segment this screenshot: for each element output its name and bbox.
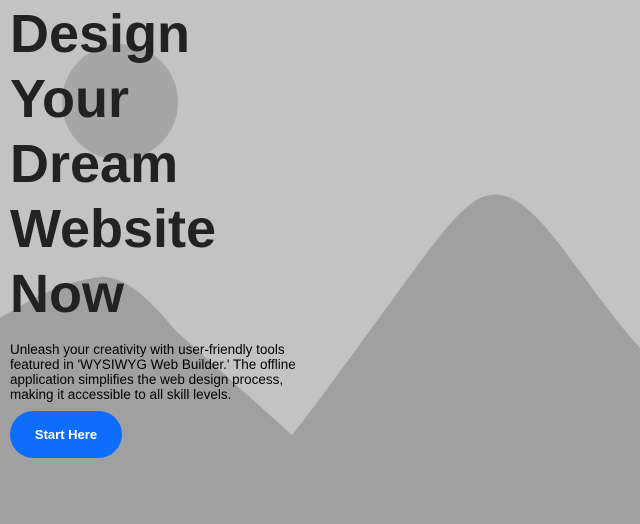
hero-title-line: Design (10, 4, 191, 64)
hero-section: Design Your Dream Website Now Unleash yo… (10, 0, 310, 402)
hero-title-line: Now (10, 264, 124, 324)
hero-title-line: Dream (10, 134, 179, 194)
hero-title: Design Your Dream Website Now (10, 2, 310, 327)
hero-title-line: Your (10, 69, 129, 129)
hero-description: Unleash your creativity with user-friend… (10, 342, 296, 402)
start-here-button[interactable]: Start Here (10, 411, 122, 458)
hero-title-line: Website (10, 199, 217, 259)
